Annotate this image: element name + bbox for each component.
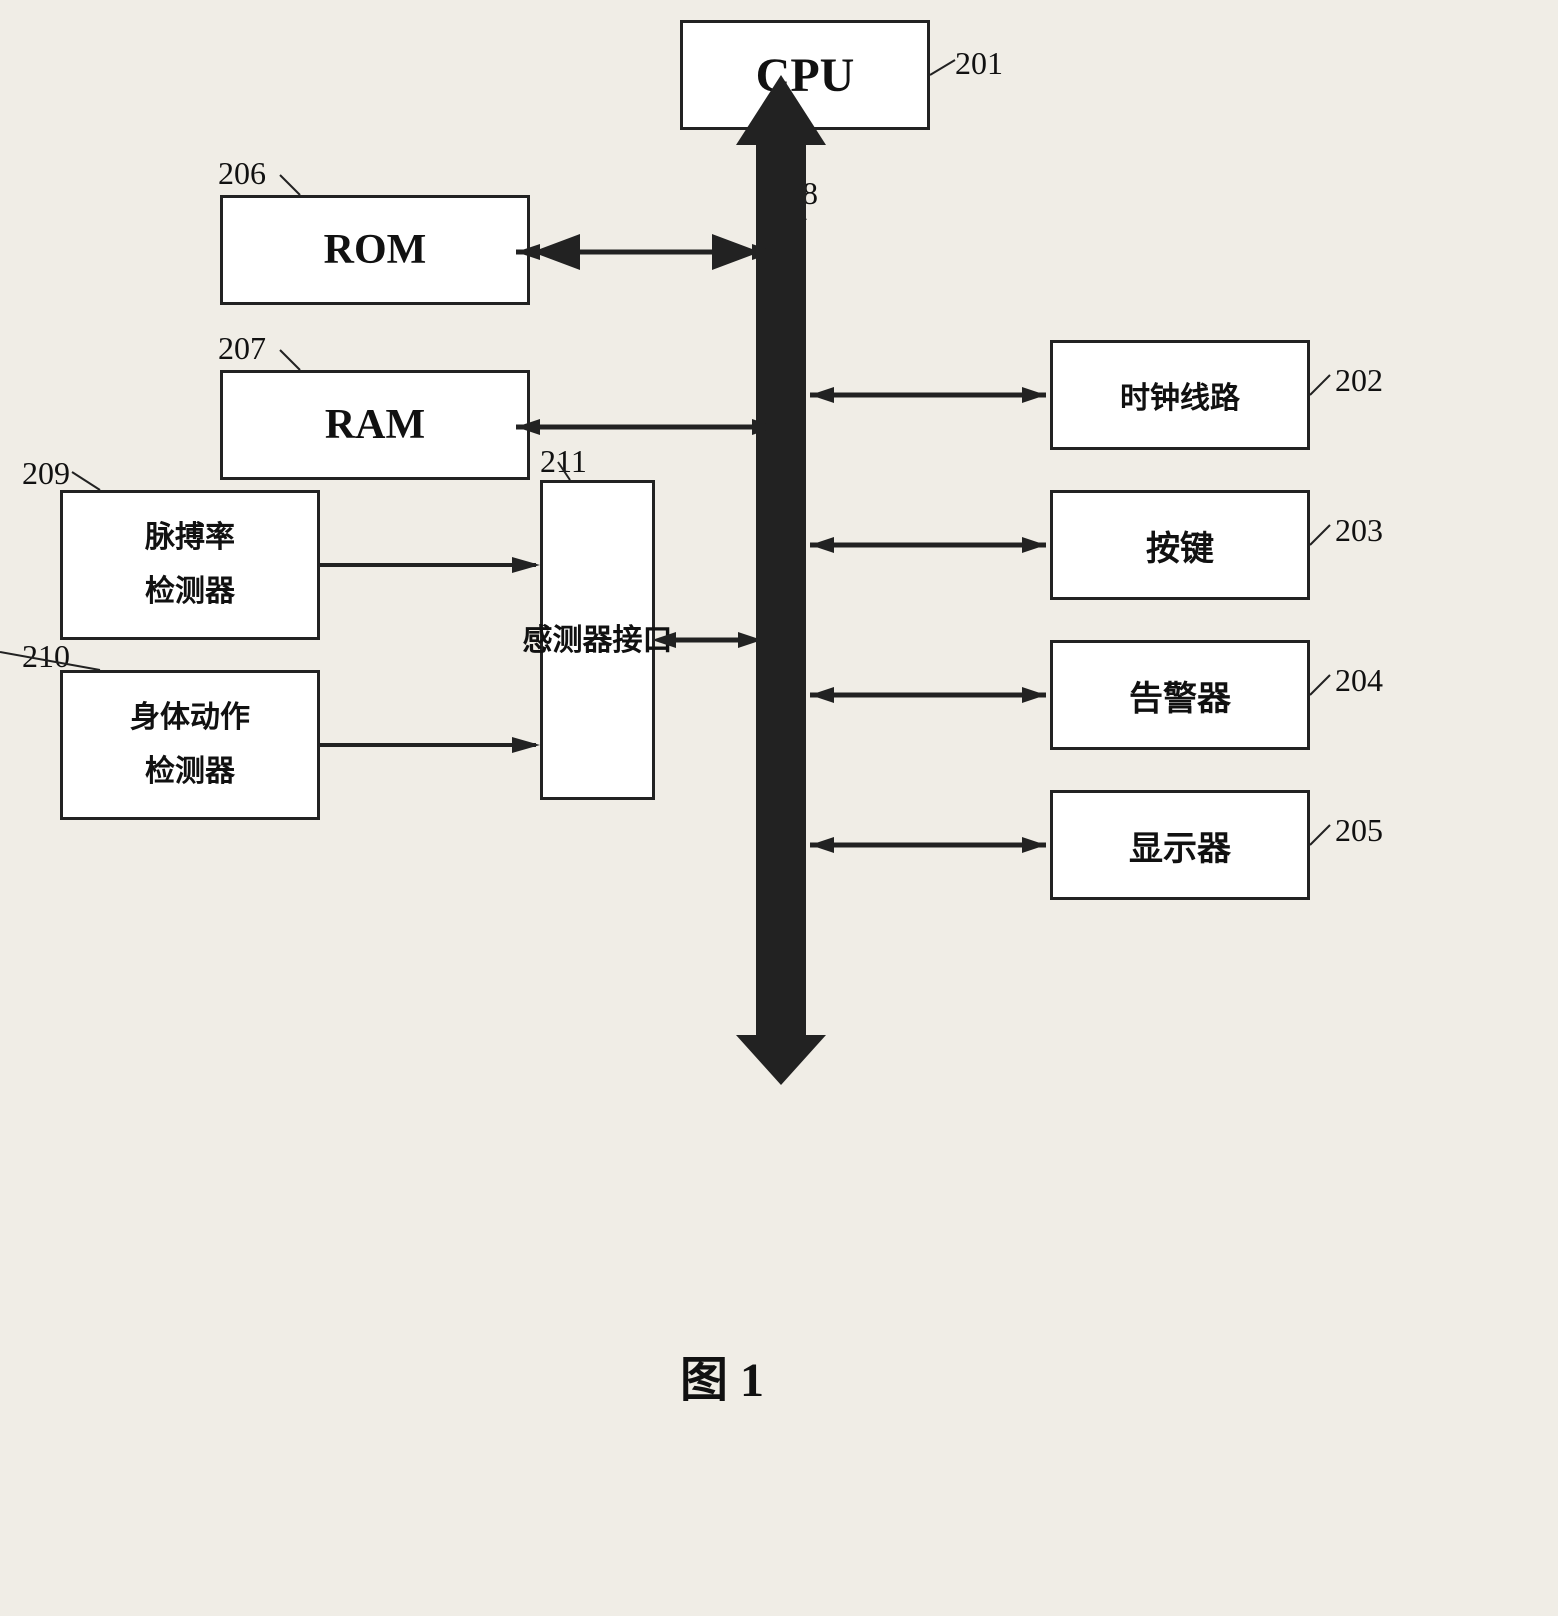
rom-label: ROM [324, 226, 427, 274]
ref-209: 209 [22, 455, 70, 492]
body-box: 身体动作 检测器 [60, 670, 320, 820]
sensor-if-box: 感 测 器 接 口 [540, 480, 655, 800]
ref-208: 208 [770, 175, 818, 212]
diagram-container: CPU ROM RAM 感 测 器 接 口 脉搏率 检测器 身体动作 检测器 时… [0, 0, 1558, 1616]
display-label: 显示器 [1129, 821, 1231, 870]
ref-201: 201 [955, 45, 1003, 82]
ref-204: 204 [1335, 662, 1383, 699]
figure-label: 图 1 [680, 1340, 764, 1410]
sensor-if-label: 感 测 器 接 口 [523, 618, 673, 663]
ref-205: 205 [1335, 812, 1383, 849]
ref-211: 211 [540, 443, 587, 480]
ref-210: 210 [22, 638, 70, 675]
key-box: 按键 [1050, 490, 1310, 600]
pulse-label2: 检测器 [145, 565, 235, 619]
alarm-box: 告警器 [1050, 640, 1310, 750]
pulse-label: 脉搏率 [145, 511, 235, 565]
ram-label: RAM [325, 401, 425, 449]
key-label: 按键 [1146, 521, 1214, 570]
ram-box: RAM [220, 370, 530, 480]
clock-label: 时钟线路 [1120, 373, 1240, 417]
alarm-label: 告警器 [1129, 671, 1231, 720]
body-label2: 检测器 [145, 745, 235, 799]
cpu-box: CPU [680, 20, 930, 130]
cpu-label: CPU [756, 48, 855, 103]
body-label: 身体动作 [130, 691, 250, 745]
pulse-box: 脉搏率 检测器 [60, 490, 320, 640]
rom-box: ROM [220, 195, 530, 305]
ref-202: 202 [1335, 362, 1383, 399]
ref-207: 207 [218, 330, 266, 367]
display-box: 显示器 [1050, 790, 1310, 900]
ref-203: 203 [1335, 512, 1383, 549]
clock-box: 时钟线路 [1050, 340, 1310, 450]
ref-206: 206 [218, 155, 266, 192]
